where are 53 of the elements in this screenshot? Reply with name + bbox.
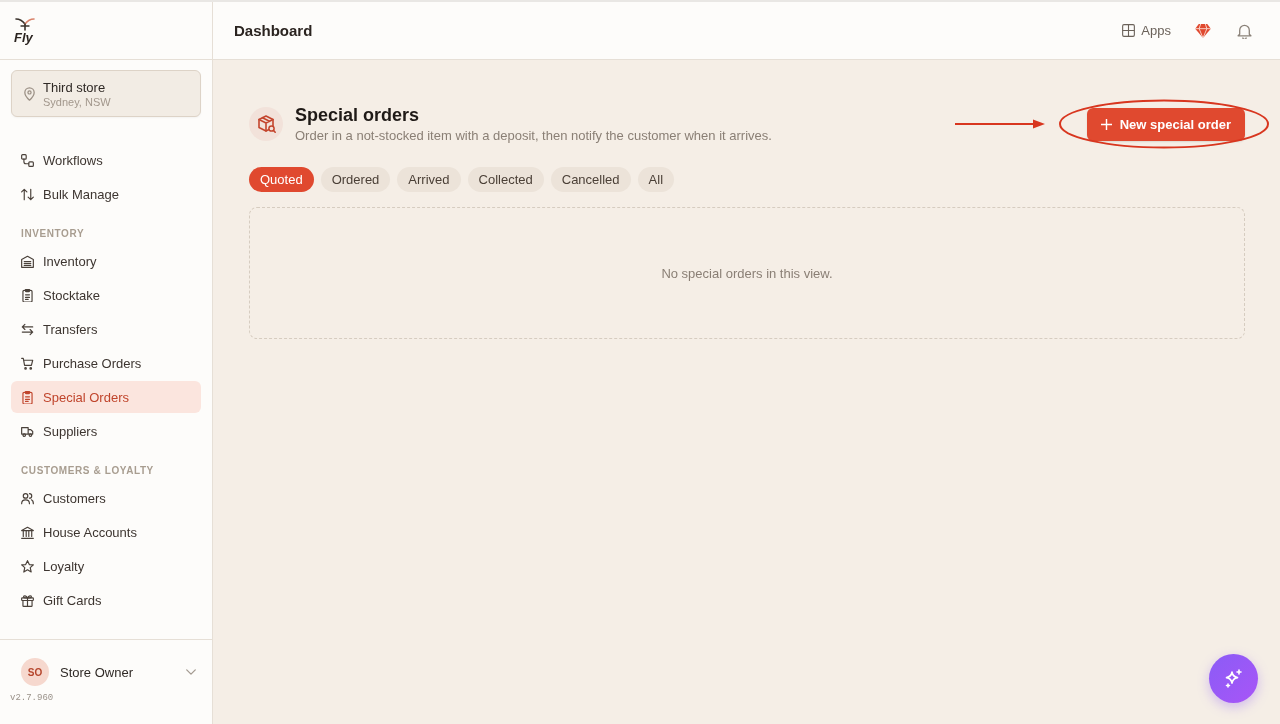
cart-icon — [21, 356, 34, 370]
bell-icon — [1237, 22, 1252, 39]
sort-arrows-icon — [21, 187, 34, 201]
filter-tab[interactable]: Cancelled — [550, 167, 631, 192]
assistant-button[interactable] — [1209, 654, 1258, 703]
swap-arrows-icon — [21, 322, 34, 336]
sidebar-item[interactable]: House Accounts — [11, 516, 201, 548]
plus-icon — [1100, 119, 1112, 130]
filter-tab[interactable]: Arrived — [397, 167, 461, 192]
sidebar-item[interactable]: Special Orders — [11, 381, 201, 413]
sidebar-item[interactable]: Purchase Orders — [11, 347, 201, 379]
sidebar-item[interactable]: Inventory — [11, 245, 201, 277]
new-special-order-button[interactable]: New special order — [1086, 108, 1245, 141]
filter-tab[interactable]: Quoted — [249, 167, 314, 192]
store-selector[interactable]: Third store Sydney, NSW — [11, 70, 201, 117]
location-pin-icon — [24, 86, 35, 101]
clipboard-icon — [21, 288, 34, 302]
sidebar-item[interactable]: Stocktake — [11, 279, 201, 311]
star-icon — [21, 559, 34, 573]
sidebar-item[interactable]: Loyalty — [11, 550, 201, 582]
users-icon — [21, 491, 34, 505]
section-heading: INVENTORY — [20, 227, 86, 241]
gift-icon — [21, 593, 34, 607]
page-header-title: Dashboard — [234, 22, 313, 39]
apps-button[interactable]: Apps — [1118, 19, 1175, 42]
page-subtitle: Order in a not-stocked item with a deposit, then notify the customer when it arrives. — [295, 127, 772, 144]
package-search-icon — [249, 107, 283, 141]
bank-icon — [21, 525, 34, 539]
logo-text: Fly — [14, 31, 33, 44]
filter-tab[interactable]: Ordered — [320, 167, 391, 192]
sidebar-item[interactable]: Suppliers — [11, 415, 201, 447]
page-title: Special orders — [295, 104, 421, 125]
diamond-icon — [1195, 23, 1211, 38]
sparkle-icon — [1223, 668, 1244, 689]
avatar: SO — [21, 658, 49, 686]
filter-tab[interactable]: All — [637, 167, 675, 192]
chevron-down-icon — [186, 669, 196, 675]
warehouse-icon — [21, 254, 34, 268]
sidebar-item[interactable]: Gift Cards — [11, 584, 201, 616]
sidebar-item[interactable]: Workflows — [11, 144, 201, 176]
bird-logo-icon — [15, 17, 35, 31]
version-text: v2.7.960 — [10, 693, 55, 703]
nodes-icon — [21, 153, 34, 167]
sidebar-item[interactable]: Bulk Manage — [11, 178, 201, 210]
truck-icon — [21, 424, 34, 438]
grid-icon — [1122, 24, 1136, 37]
user-menu[interactable]: SO Store Owner — [10, 657, 202, 687]
filter-tab[interactable]: Collected — [467, 167, 544, 192]
section-heading: CUSTOMERS & LOYALTY — [20, 464, 155, 478]
sidebar-item[interactable]: Customers — [11, 482, 201, 514]
empty-state: No special orders in this view. — [249, 207, 1245, 339]
clipboard-icon — [21, 390, 34, 404]
sidebar-item[interactable]: Transfers — [11, 313, 201, 345]
